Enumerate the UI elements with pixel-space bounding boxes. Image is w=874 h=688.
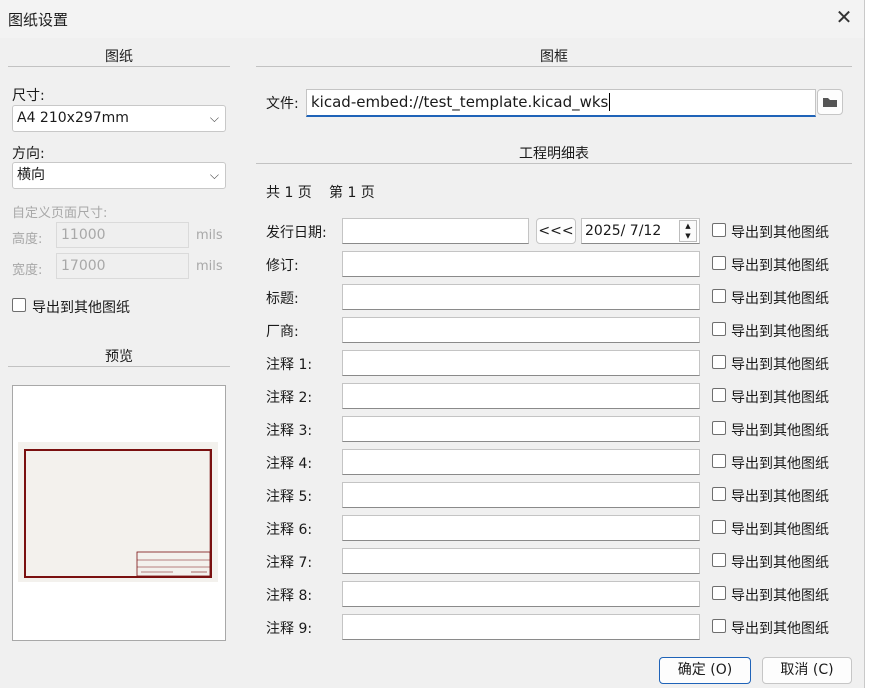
width-unit: mils (196, 259, 223, 274)
field-input[interactable] (342, 383, 700, 409)
frame-section-title: 图框 (540, 49, 568, 65)
field-export-label: 导出到其他图纸 (731, 456, 829, 472)
paper-section-title: 图纸 (105, 49, 133, 65)
spin-updown-icon[interactable]: ▲ ▼ (679, 220, 697, 242)
close-icon[interactable]: ✕ (832, 4, 856, 30)
field-input[interactable] (342, 284, 700, 310)
field-export-label: 导出到其他图纸 (731, 324, 829, 340)
page-current: 第 1 页 (329, 185, 375, 201)
field-export-checkbox[interactable] (712, 322, 726, 336)
preview-title: 预览 (105, 349, 133, 365)
width-input[interactable]: 17000 (56, 253, 189, 279)
field-label: 注释 7: (266, 555, 313, 571)
field-export-checkbox[interactable] (712, 256, 726, 270)
field-export-checkbox[interactable] (712, 619, 726, 633)
field-export-label: 导出到其他图纸 (731, 522, 829, 538)
file-label: 文件: (266, 96, 299, 112)
field-export-checkbox[interactable] (712, 421, 726, 435)
field-export-label: 导出到其他图纸 (731, 258, 829, 274)
field-export-checkbox[interactable] (712, 388, 726, 402)
field-label: 注释 1: (266, 357, 313, 373)
height-input[interactable]: 11000 (56, 222, 189, 248)
height-unit: mils (196, 228, 223, 243)
ok-button[interactable]: 确定 (O) (659, 657, 751, 684)
field-input[interactable] (342, 449, 700, 475)
field-export-checkbox[interactable] (712, 355, 726, 369)
cancel-button[interactable]: 取消 (C) (762, 657, 852, 684)
issue-date-input[interactable] (342, 218, 529, 244)
page-total: 共 1 页 (266, 185, 312, 201)
field-export-checkbox[interactable] (712, 454, 726, 468)
folder-icon (823, 98, 837, 107)
field-input[interactable] (342, 350, 700, 376)
field-export-label: 导出到其他图纸 (731, 291, 829, 307)
orientation-select[interactable]: 横向 ⌵ (12, 162, 226, 189)
orientation-label: 方向: (12, 146, 45, 162)
field-export-label: 导出到其他图纸 (731, 390, 829, 406)
field-label: 标题: (266, 291, 299, 307)
copy-date-button[interactable]: <<< (536, 218, 576, 244)
field-label: 注释 2: (266, 390, 313, 406)
orientation-select-value: 横向 (17, 167, 45, 183)
height-label: 高度: (12, 232, 43, 247)
field-input[interactable] (342, 515, 700, 541)
date-picker[interactable]: 2025/ 7/12 ▲ ▼ (581, 218, 700, 244)
field-export-label: 导出到其他图纸 (731, 588, 829, 604)
issue-date-label: 发行日期: (266, 225, 327, 241)
field-label: 注释 6: (266, 522, 313, 538)
sheet-preview (18, 442, 218, 582)
field-export-checkbox[interactable] (712, 289, 726, 303)
field-input[interactable] (342, 251, 700, 277)
field-export-label: 导出到其他图纸 (731, 621, 829, 637)
export-checkbox-label: 导出到其他图纸 (32, 300, 130, 316)
export-checkbox[interactable] (12, 298, 26, 312)
field-label: 厂商: (266, 324, 299, 340)
field-export-checkbox[interactable] (712, 520, 726, 534)
field-label: 修订: (266, 258, 299, 274)
field-export-label: 导出到其他图纸 (731, 489, 829, 505)
browse-button[interactable] (817, 89, 843, 115)
size-select-value: A4 210x297mm (17, 110, 129, 126)
field-input[interactable] (342, 416, 700, 442)
field-export-label: 导出到其他图纸 (731, 555, 829, 571)
divider (256, 163, 852, 164)
divider (8, 66, 230, 67)
field-input[interactable] (342, 581, 700, 607)
field-label: 注释 5: (266, 489, 313, 505)
size-label: 尺寸: (12, 88, 45, 104)
field-input[interactable] (342, 614, 700, 640)
field-label: 注释 9: (266, 621, 313, 637)
width-label: 宽度: (12, 263, 43, 278)
window-edge (864, 0, 874, 688)
date-picker-value: 2025/ 7/12 (585, 223, 662, 239)
date-export-label: 导出到其他图纸 (731, 225, 829, 241)
size-select[interactable]: A4 210x297mm ⌵ (12, 105, 226, 132)
divider (256, 66, 852, 67)
field-label: 注释 8: (266, 588, 313, 604)
field-export-checkbox[interactable] (712, 586, 726, 600)
title-block-section-title: 工程明细表 (519, 146, 589, 162)
chevron-down-icon: ⌵ (209, 111, 219, 125)
custom-size-label: 自定义页面尺寸: (12, 206, 108, 221)
date-export-checkbox[interactable] (712, 223, 726, 237)
sheet-area (18, 442, 218, 582)
file-path-value: kicad-embed://test_template.kicad_wks (311, 93, 609, 111)
field-export-label: 导出到其他图纸 (731, 423, 829, 439)
field-export-label: 导出到其他图纸 (731, 357, 829, 373)
divider (8, 366, 230, 367)
field-label: 注释 3: (266, 423, 313, 439)
window-title: 图纸设置 (8, 11, 69, 29)
field-input[interactable] (342, 317, 700, 343)
chevron-down-icon: ⌵ (209, 168, 219, 182)
field-label: 注释 4: (266, 456, 313, 472)
title-bar (0, 0, 864, 38)
field-input[interactable] (342, 548, 700, 574)
field-input[interactable] (342, 482, 700, 508)
preview-canvas (12, 385, 226, 641)
field-export-checkbox[interactable] (712, 487, 726, 501)
file-path-input[interactable]: kicad-embed://test_template.kicad_wks (306, 89, 816, 117)
field-export-checkbox[interactable] (712, 553, 726, 567)
